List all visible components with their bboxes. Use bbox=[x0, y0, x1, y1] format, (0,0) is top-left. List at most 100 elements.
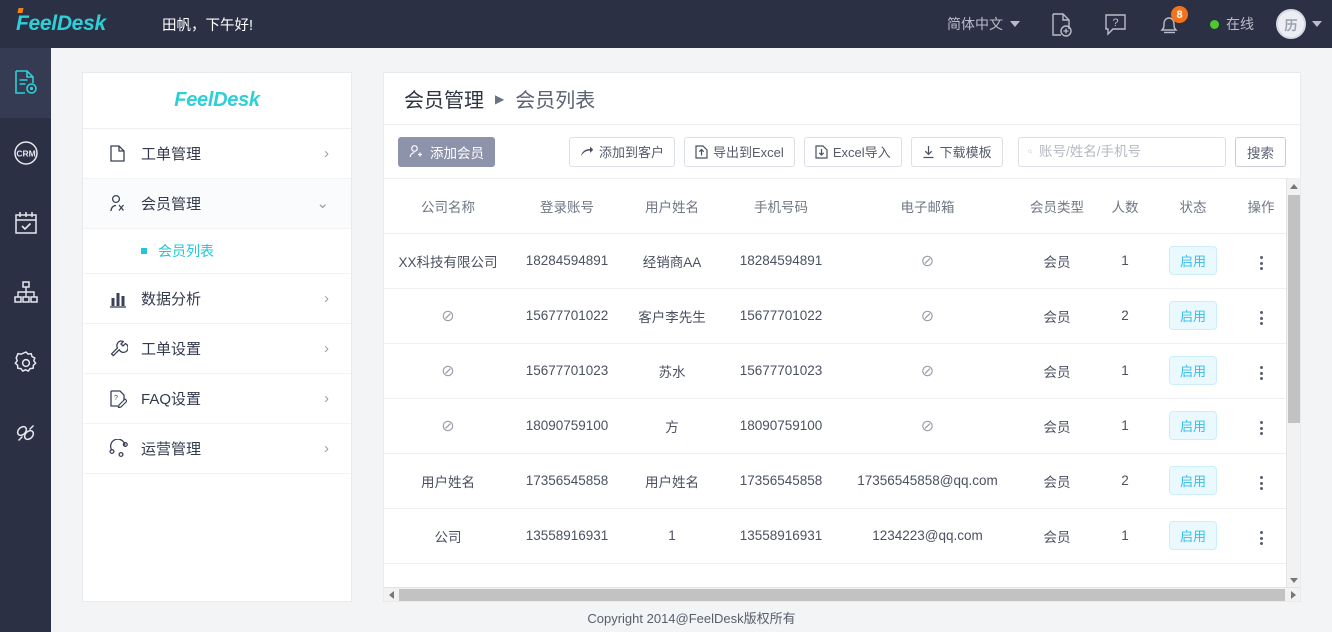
cell-email: 1234223@qq.com bbox=[840, 508, 1015, 564]
language-selector[interactable]: 简体中文 bbox=[933, 14, 1034, 34]
sidebar-item-tickets[interactable]: 工单管理 › bbox=[83, 129, 351, 179]
breadcrumb-parent[interactable]: 会员管理 bbox=[404, 84, 484, 113]
empty-value-icon: ⊘ bbox=[441, 307, 455, 325]
cell-actions bbox=[1235, 343, 1286, 399]
breadcrumb: 会员管理 ▶ 会员列表 bbox=[384, 73, 1300, 125]
rail-item-ticket-settings[interactable] bbox=[0, 48, 51, 118]
sidebar-item-members[interactable]: 会员管理 ⌄ bbox=[83, 179, 351, 229]
status-badge[interactable]: 启用 bbox=[1168, 466, 1217, 495]
table-row[interactable]: ⊘ 18090759100 方 18090759100 ⊘ 会员 1 启用 bbox=[384, 398, 1286, 454]
cell-count: 1 bbox=[1099, 343, 1151, 399]
row-menu-icon[interactable] bbox=[1256, 362, 1267, 384]
add-to-customer-label: 添加到客户 bbox=[599, 145, 665, 160]
import-excel-label: Excel导入 bbox=[832, 145, 891, 160]
table-row[interactable]: ⊘ 15677701023 苏水 15677701023 ⊘ 会员 1 启用 bbox=[384, 343, 1286, 399]
export-up-icon bbox=[695, 144, 708, 159]
table-row[interactable]: XX科技有限公司 18284594891 经销商AA 18284594891 ⊘ 会员 1 启… bbox=[384, 233, 1286, 289]
col-email: 电子邮箱 bbox=[840, 179, 1015, 234]
download-icon bbox=[923, 145, 934, 158]
scroll-left-button[interactable] bbox=[384, 588, 398, 602]
rail-item-connector[interactable] bbox=[0, 398, 51, 468]
sidebar-subitem-member-list[interactable]: 会员列表 bbox=[83, 229, 351, 274]
search-input[interactable] bbox=[1039, 144, 1216, 159]
vertical-scrollbar[interactable] bbox=[1286, 179, 1300, 587]
row-menu-icon[interactable] bbox=[1256, 307, 1267, 329]
status-label: 在线 bbox=[1226, 16, 1254, 32]
user-menu[interactable]: 历 bbox=[1264, 9, 1332, 39]
status-badge[interactable]: 启用 bbox=[1168, 411, 1217, 440]
status-badge[interactable]: 启用 bbox=[1168, 521, 1217, 550]
col-actions: 操作 bbox=[1235, 179, 1286, 234]
sidebar-logo[interactable]: FeelDesk bbox=[83, 73, 351, 129]
operations-icon bbox=[109, 439, 135, 458]
cell-name: 1 bbox=[622, 508, 722, 564]
row-menu-icon[interactable] bbox=[1256, 527, 1267, 549]
table-row[interactable]: 公司 13558916931 1 13558916931 1234223@qq.com 会… bbox=[384, 508, 1286, 564]
rail-item-org-chart[interactable] bbox=[0, 258, 51, 328]
table-row[interactable]: 用户姓名 17356545858 用户姓名 17356545858 1735654585… bbox=[384, 453, 1286, 509]
row-menu-icon[interactable] bbox=[1256, 252, 1267, 274]
search-button[interactable]: 搜索 bbox=[1235, 136, 1286, 167]
horizontal-scrollbar[interactable] bbox=[384, 587, 1300, 601]
cell-status: 启用 bbox=[1151, 233, 1235, 289]
search-box[interactable] bbox=[1017, 136, 1226, 167]
status-badge[interactable]: 启用 bbox=[1168, 301, 1217, 330]
add-to-customer-button[interactable]: 添加到客户 bbox=[569, 136, 676, 167]
status-dot-icon bbox=[1210, 19, 1219, 29]
cell-email: 17356545858@qq.com bbox=[840, 453, 1015, 509]
import-excel-button[interactable]: Excel导入 bbox=[803, 136, 902, 167]
scroll-down-button[interactable] bbox=[1287, 573, 1300, 587]
help-icon: ? bbox=[1104, 13, 1126, 36]
row-menu-icon[interactable] bbox=[1256, 472, 1267, 494]
row-menu-icon[interactable] bbox=[1256, 417, 1267, 439]
sidebar-item-operations[interactable]: 运营管理 › bbox=[83, 424, 351, 474]
rail-item-settings[interactable] bbox=[0, 328, 51, 398]
notification-badge: 8 bbox=[1171, 6, 1188, 23]
scroll-right-button[interactable] bbox=[1286, 588, 1300, 602]
scroll-up-button[interactable] bbox=[1287, 179, 1300, 193]
help-button[interactable]: ? bbox=[1088, 0, 1142, 48]
sidebar-logo-text: FeelDesk bbox=[174, 89, 260, 111]
vertical-scroll-thumb[interactable] bbox=[1288, 195, 1300, 423]
cell-type: 会员 bbox=[1015, 343, 1099, 399]
horizontal-scroll-thumb[interactable] bbox=[399, 588, 1285, 601]
cell-count: 2 bbox=[1099, 453, 1151, 509]
app-logo[interactable]: FeelDesk bbox=[0, 8, 152, 36]
triangle-right-icon bbox=[1290, 590, 1296, 599]
online-status: 在线 bbox=[1196, 14, 1264, 34]
export-excel-button[interactable]: 导出到Excel bbox=[684, 136, 795, 167]
cell-name: 苏水 bbox=[622, 343, 722, 399]
sidebar-item-faq-settings[interactable]: ? FAQ设置 › bbox=[83, 374, 351, 424]
sidebar-item-label: FAQ设置 bbox=[141, 391, 202, 408]
cell-account: 18090759100 bbox=[512, 398, 622, 454]
svg-text:?: ? bbox=[1112, 17, 1118, 29]
cell-email: ⊘ bbox=[840, 288, 1015, 344]
status-badge[interactable]: 启用 bbox=[1168, 246, 1217, 275]
col-phone: 手机号码 bbox=[722, 179, 840, 234]
table-row[interactable]: ⊘ 15677701022 客户李先生 15677701022 ⊘ 会员 2 启用 bbox=[384, 288, 1286, 344]
empty-value-icon: ⊘ bbox=[441, 417, 455, 435]
crm-icon: CRM bbox=[13, 141, 38, 165]
cell-status: 启用 bbox=[1151, 508, 1235, 564]
cell-name: 经销商AA bbox=[622, 233, 722, 289]
triangle-left-icon bbox=[388, 590, 394, 599]
cell-actions bbox=[1235, 233, 1286, 289]
notifications-button[interactable]: 8 bbox=[1142, 0, 1196, 48]
sidebar-item-ticket-settings[interactable]: 工单设置 › bbox=[83, 324, 351, 374]
bar-chart-icon bbox=[109, 290, 135, 308]
cell-phone: 18284594891 bbox=[722, 233, 840, 289]
footer: Copyright 2014@FeelDesk版权所有 bbox=[51, 602, 1332, 632]
status-badge[interactable]: 启用 bbox=[1168, 356, 1217, 385]
cell-company: 公司 bbox=[384, 508, 512, 564]
chevron-right-icon: › bbox=[324, 440, 329, 457]
add-member-button[interactable]: 添加会员 bbox=[398, 136, 495, 167]
rail-item-crm[interactable]: CRM bbox=[0, 118, 51, 188]
sidebar-item-analytics[interactable]: 数据分析 › bbox=[83, 274, 351, 324]
chevron-down-icon bbox=[1010, 21, 1020, 27]
rail-item-calendar[interactable] bbox=[0, 188, 51, 258]
cell-count: 2 bbox=[1099, 288, 1151, 344]
cell-account: 13558916931 bbox=[512, 508, 622, 564]
new-document-button[interactable] bbox=[1034, 0, 1088, 48]
download-template-button[interactable]: 下载模板 bbox=[910, 136, 1003, 167]
cell-status: 启用 bbox=[1151, 453, 1235, 509]
